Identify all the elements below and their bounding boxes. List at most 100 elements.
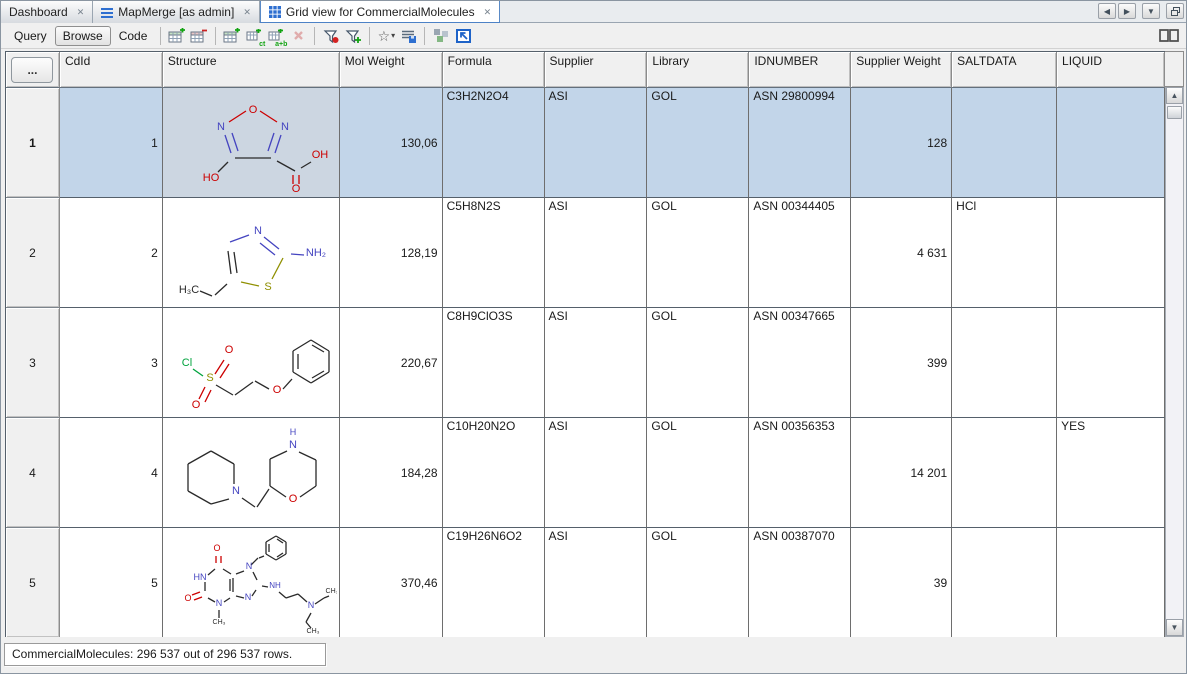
vertical-scrollbar[interactable]: ▲ ▼ xyxy=(1165,87,1184,637)
cell-cdid[interactable]: 3 xyxy=(60,308,163,418)
cell-supplier[interactable]: ASI xyxy=(545,88,648,198)
tab-grid-view[interactable]: Grid view for CommercialMolecules xyxy=(260,1,500,23)
delete-view-button[interactable] xyxy=(287,25,309,47)
cell-supplier[interactable]: ASI xyxy=(545,308,648,418)
cell-supplier[interactable]: ASI xyxy=(545,418,648,528)
cell-formula[interactable]: C8H9ClO3S xyxy=(443,308,545,418)
cell-liquid[interactable] xyxy=(1057,88,1165,198)
maximize-restore-button[interactable] xyxy=(1166,3,1184,19)
tab-label: Grid view for CommercialMolecules xyxy=(286,5,475,19)
column-header-liquid[interactable]: LIQUID xyxy=(1057,52,1165,88)
cell-library[interactable]: GOL xyxy=(647,528,749,638)
add-data-tree-button[interactable] xyxy=(166,25,188,47)
column-header-supplier[interactable]: Supplier xyxy=(545,52,648,88)
cell-formula[interactable]: C3H2N2O4 xyxy=(443,88,545,198)
close-icon[interactable] xyxy=(484,8,492,17)
cell-supplier_weight[interactable]: 399 xyxy=(851,308,952,418)
cell-structure[interactable]: ONNHOOHO xyxy=(163,88,340,198)
cell-library[interactable]: GOL xyxy=(647,418,749,528)
cell-saltdata[interactable] xyxy=(952,88,1057,198)
tab-mapmerge[interactable]: MapMerge [as admin] xyxy=(93,1,260,23)
close-icon[interactable] xyxy=(77,8,85,17)
column-chooser-button[interactable]: ... xyxy=(11,57,53,83)
column-header-saltdata[interactable]: SALTDATA xyxy=(952,52,1057,88)
cell-library[interactable]: GOL xyxy=(647,88,749,198)
row-header-4[interactable]: 4 xyxy=(6,418,60,528)
row-header-5[interactable]: 5 xyxy=(6,528,60,638)
cell-saltdata[interactable] xyxy=(952,528,1057,638)
cell-saltdata[interactable] xyxy=(952,308,1057,418)
column-header-formula[interactable]: Formula xyxy=(443,52,545,88)
tab-dashboard[interactable]: Dashboard xyxy=(1,1,93,23)
cell-structure[interactable]: ClSOOO xyxy=(163,308,340,418)
cell-cdid[interactable]: 2 xyxy=(60,198,163,308)
column-header-cdid[interactable]: CdId xyxy=(60,52,163,88)
favorites-button[interactable]: ☆ ▾ xyxy=(375,25,397,47)
column-header-library[interactable]: Library xyxy=(647,52,749,88)
cell-supplier_weight[interactable]: 14 201 xyxy=(851,418,952,528)
export-button[interactable] xyxy=(452,25,474,47)
mode-query-button[interactable]: Query xyxy=(6,26,55,46)
svg-text:OH: OH xyxy=(312,149,329,161)
row-header-1[interactable]: 1 xyxy=(6,88,60,198)
scroll-tabs-right-button[interactable]: ▶ xyxy=(1118,3,1136,19)
cell-supplier_weight[interactable]: 128 xyxy=(851,88,952,198)
add-ct-view-button[interactable]: ct xyxy=(243,25,265,47)
open-book-button[interactable] xyxy=(1157,25,1181,47)
row-header-3[interactable]: 3 xyxy=(6,308,60,418)
cell-idnumber[interactable]: ASN 00344405 xyxy=(749,198,851,308)
cell-structure[interactable]: NSNH₂H₃C xyxy=(163,198,340,308)
add-grid-view-button[interactable] xyxy=(221,25,243,47)
scroll-down-button[interactable]: ▼ xyxy=(1166,619,1183,636)
scroll-up-button[interactable]: ▲ xyxy=(1166,87,1183,104)
column-header-idnumber[interactable]: IDNUMBER xyxy=(749,52,851,88)
add-ab-view-button[interactable]: a+b xyxy=(265,25,287,47)
edit-filter-button[interactable] xyxy=(320,25,342,47)
cell-cdid[interactable]: 5 xyxy=(60,528,163,638)
cell-mol_weight[interactable]: 370,46 xyxy=(340,528,443,638)
cell-library[interactable]: GOL xyxy=(647,308,749,418)
cell-supplier[interactable]: ASI xyxy=(545,198,648,308)
cell-formula[interactable]: C10H20N2O xyxy=(443,418,545,528)
row-header-2[interactable]: 2 xyxy=(6,198,60,308)
toolbar-separator xyxy=(314,27,315,45)
cell-library[interactable]: GOL xyxy=(647,198,749,308)
cell-idnumber[interactable]: ASN 29800994 xyxy=(749,88,851,198)
column-header-structure[interactable]: Structure xyxy=(163,52,340,88)
cell-liquid[interactable] xyxy=(1057,308,1165,418)
scrollbar-thumb[interactable] xyxy=(1167,106,1182,119)
cell-mol_weight[interactable]: 220,67 xyxy=(340,308,443,418)
cell-supplier_weight[interactable]: 39 xyxy=(851,528,952,638)
cell-cdid[interactable]: 4 xyxy=(60,418,163,528)
remove-data-tree-button[interactable] xyxy=(188,25,210,47)
close-icon[interactable] xyxy=(243,8,251,17)
cell-formula[interactable]: C19H26N6O2 xyxy=(443,528,545,638)
cell-mol_weight[interactable]: 128,19 xyxy=(340,198,443,308)
cell-liquid[interactable] xyxy=(1057,528,1165,638)
cell-idnumber[interactable]: ASN 00356353 xyxy=(749,418,851,528)
cell-idnumber[interactable]: ASN 00387070 xyxy=(749,528,851,638)
cell-formula[interactable]: C5H8N2S xyxy=(443,198,545,308)
menu-bars-icon xyxy=(101,7,113,18)
add-filter-button[interactable] xyxy=(342,25,364,47)
save-list-button[interactable] xyxy=(397,25,419,47)
cell-supplier_weight[interactable]: 4 631 xyxy=(851,198,952,308)
cell-mol_weight[interactable]: 184,28 xyxy=(340,418,443,528)
column-header-mol-weight[interactable]: Mol Weight xyxy=(340,52,443,88)
cell-structure[interactable]: HNOONCH₃NNNHNCH₃CH₃ xyxy=(163,528,340,638)
column-header-supplier-weight[interactable]: Supplier Weight xyxy=(851,52,952,88)
mode-code-button[interactable]: Code xyxy=(111,26,156,46)
cell-cdid[interactable]: 1 xyxy=(60,88,163,198)
mode-browse-button[interactable]: Browse xyxy=(55,26,111,46)
cell-liquid[interactable]: YES xyxy=(1057,418,1165,528)
cell-supplier[interactable]: ASI xyxy=(545,528,648,638)
cell-structure[interactable]: NHNO xyxy=(163,418,340,528)
cell-liquid[interactable] xyxy=(1057,198,1165,308)
cell-saltdata[interactable]: HCl xyxy=(952,198,1057,308)
cell-idnumber[interactable]: ASN 00347665 xyxy=(749,308,851,418)
tab-list-dropdown-button[interactable]: ▼ xyxy=(1142,3,1160,19)
cell-mol_weight[interactable]: 130,06 xyxy=(340,88,443,198)
scroll-tabs-left-button[interactable]: ◀ xyxy=(1098,3,1116,19)
form-layout-button[interactable] xyxy=(430,25,452,47)
cell-saltdata[interactable] xyxy=(952,418,1057,528)
